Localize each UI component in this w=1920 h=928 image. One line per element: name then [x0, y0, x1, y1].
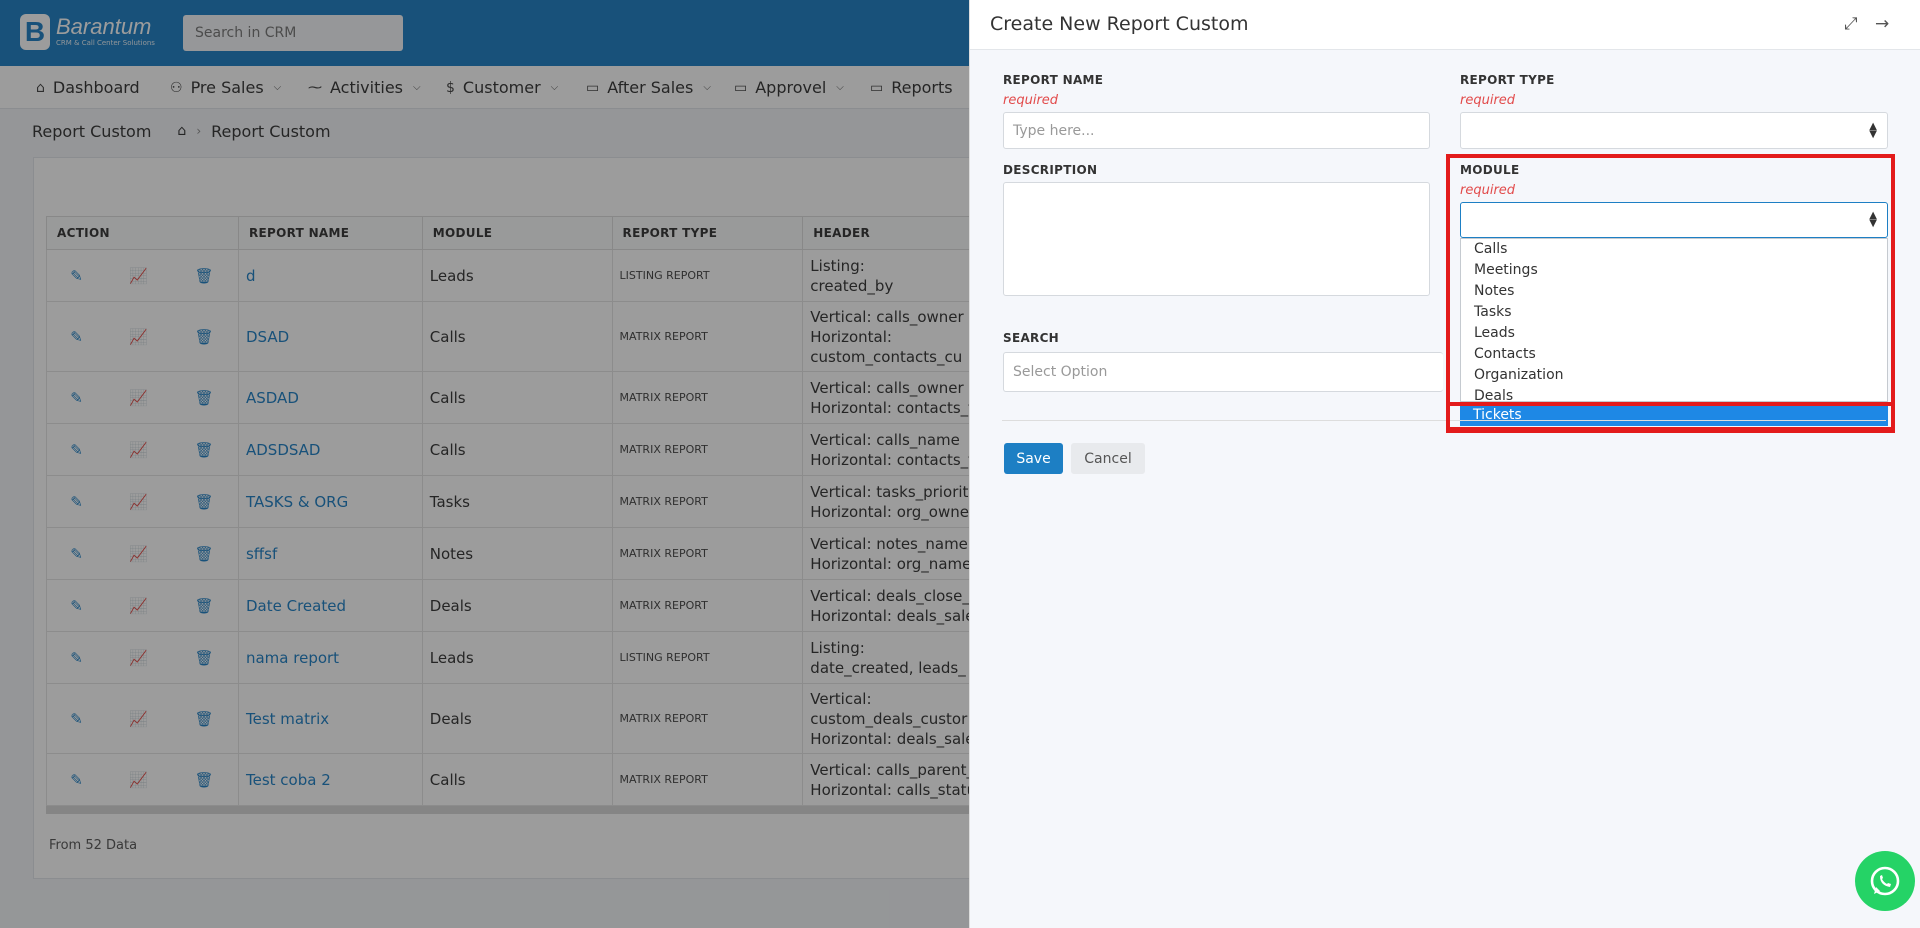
whatsapp-button[interactable] [1855, 851, 1915, 911]
close-arrow-icon[interactable]: → [1875, 14, 1889, 34]
highlight-tickets-box [1446, 402, 1895, 433]
drawer-header: Create New Report Custom ⤢ → [970, 0, 1920, 50]
report-type-required: required [1460, 93, 1516, 108]
report-name-required: required [1003, 93, 1059, 108]
drawer-title: Create New Report Custom [990, 13, 1249, 35]
save-button[interactable]: Save [1004, 443, 1063, 474]
cancel-button[interactable]: Cancel [1071, 443, 1145, 474]
report-name-label: REPORT NAME [1003, 73, 1104, 87]
search-select[interactable]: Select Option [1003, 352, 1443, 392]
whatsapp-icon [1870, 866, 1900, 896]
description-label: DESCRIPTION [1003, 163, 1098, 177]
report-type-label: REPORT TYPE [1460, 73, 1555, 87]
description-textarea[interactable] [1003, 182, 1430, 296]
search-label: SEARCH [1003, 331, 1060, 345]
highlight-module-box [1446, 154, 1895, 431]
report-type-select[interactable]: ▲ ▼ [1460, 112, 1888, 149]
select-arrows-icon: ▲ ▼ [1869, 120, 1877, 140]
expand-icon[interactable]: ⤢ [1844, 14, 1858, 34]
report-name-input[interactable]: Type here... [1003, 112, 1430, 149]
